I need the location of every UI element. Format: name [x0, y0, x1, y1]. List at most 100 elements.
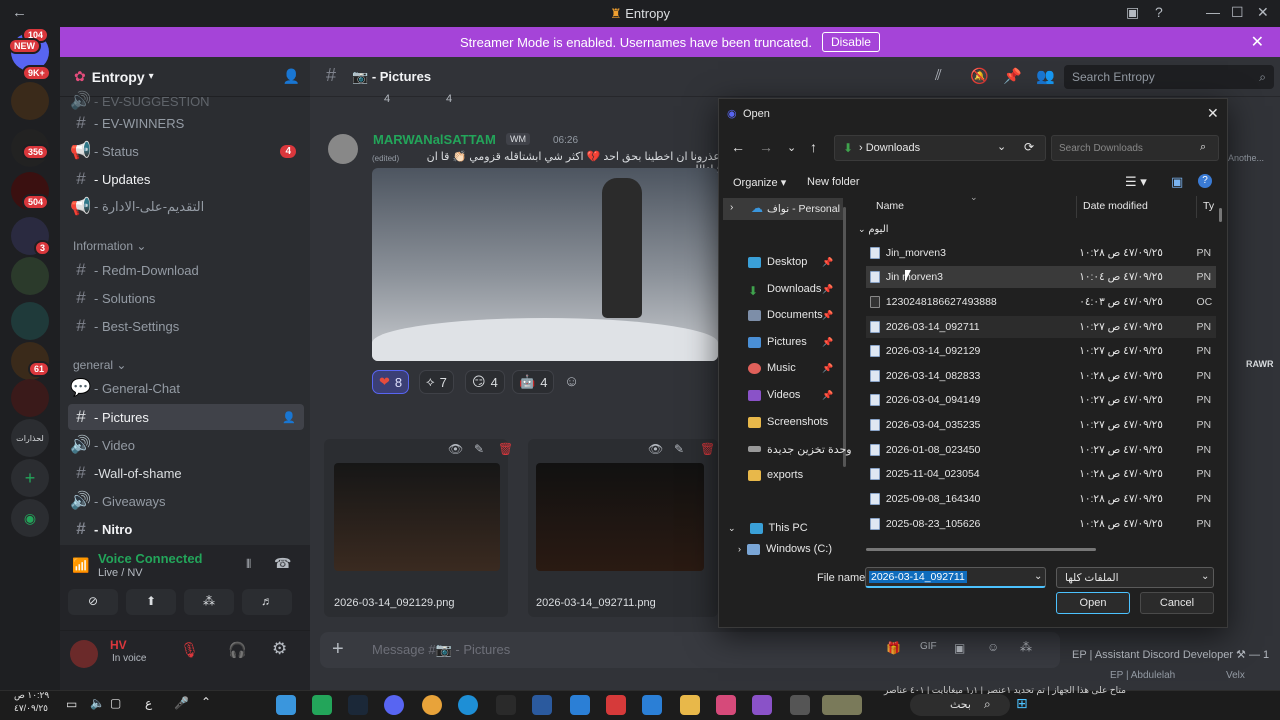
file-explorer-icon[interactable] [680, 695, 700, 715]
app-icon[interactable] [532, 695, 552, 715]
nav-music[interactable]: Music 📌 [748, 356, 833, 380]
channel-video[interactable]: 🔊 - Video [68, 432, 304, 458]
help-icon[interactable]: ? [1198, 174, 1212, 188]
edit-icon[interactable]: ✎ [674, 442, 684, 456]
app-icon[interactable] [716, 695, 736, 715]
nav-screenshots[interactable]: Screenshots [748, 410, 828, 434]
channel-ev-winners[interactable]: # - EV-WINNERS [68, 110, 304, 136]
reaction-smirk[interactable]: 😏 4 [465, 370, 505, 394]
file-row[interactable]: 2026-03-14_082833 ٤٧/٠٩/٢٥ ص ١٠:٢٨ PN [866, 365, 1216, 387]
maximize-icon[interactable]: ☐ [1231, 4, 1244, 21]
collapse-chevron-icon[interactable]: ⌄ [728, 523, 736, 534]
language-indicator[interactable]: ع [145, 696, 152, 710]
server-icon[interactable] [11, 302, 49, 340]
channel-wall-of-shame[interactable]: # -Wall-of-shame [68, 460, 304, 486]
camera-off-button[interactable]: ⊘ [68, 589, 118, 615]
epic-games-icon[interactable] [496, 695, 516, 715]
add-member-icon[interactable]: 👤 [283, 68, 300, 85]
channel-giveaways[interactable]: 🔊 - Giveaways [68, 488, 304, 514]
activities-button[interactable]: ⁂ [184, 589, 234, 615]
channel-updates[interactable]: # - Updates [68, 166, 304, 192]
file-row[interactable]: 2025-08-23_105626 ٤٧/٠٩/٢٥ ص ١٠:٢٨ PN [866, 513, 1216, 535]
delete-icon[interactable]: 🗑 [700, 442, 715, 456]
mute-mic-icon[interactable]: 🎙 [180, 641, 199, 659]
pin-icon[interactable]: 📌 [1003, 67, 1022, 85]
search-input[interactable]: Search Entropy ⌕ [1064, 65, 1274, 89]
search-downloads-input[interactable]: Search Downloads ⌕ [1051, 135, 1219, 161]
new-folder-button[interactable]: New folder [807, 176, 860, 188]
discord-icon[interactable] [384, 695, 404, 715]
explore-icon[interactable]: ◉ [11, 499, 49, 537]
minimize-icon[interactable]: — [1206, 4, 1220, 20]
add-reaction-icon[interactable]: ☺ [564, 373, 579, 390]
column-divider[interactable] [1196, 196, 1197, 218]
back-icon[interactable]: ← [731, 139, 745, 155]
horizontal-scrollbar[interactable] [866, 548, 1096, 551]
file-row[interactable]: 2026-03-04_094149 ٤٧/٠٩/٢٥ ص ١٠:٢٧ PN [866, 389, 1216, 411]
help-icon[interactable]: ? [1155, 4, 1163, 20]
delete-icon[interactable]: 🗑 [498, 442, 513, 456]
recent-locations-icon[interactable]: ⌄ [787, 141, 796, 154]
nav-documents[interactable]: Documents 📌 [748, 303, 833, 327]
tray-chevron-icon[interactable]: ⌃ [201, 695, 211, 709]
sticker-icon[interactable]: ▣ [954, 641, 965, 655]
steam-icon[interactable] [348, 695, 368, 715]
file-row[interactable]: 2026-01-08_023450 ٤٧/٠٩/٢٥ ص ١٠:٢٧ PN [866, 439, 1216, 461]
server-folder[interactable]: لحذارات [11, 419, 49, 457]
expand-chevron-icon[interactable]: › [730, 202, 733, 213]
inbox-icon[interactable]: ▣ [1126, 4, 1139, 21]
nav-windows-c[interactable]: › Windows (C:) [738, 542, 832, 556]
address-bar[interactable]: ⬇ › Downloads ⌄ ⟳ [834, 135, 1046, 161]
nav-exports[interactable]: exports [748, 463, 803, 487]
refresh-icon[interactable]: ⟳ [1024, 140, 1034, 154]
cancel-button[interactable]: Cancel [1140, 592, 1214, 614]
file-row[interactable]: 2025-09-08_164340 ٤٧/٠٩/٢٥ ص ١٠:٢٨ PN [866, 488, 1216, 510]
channel-apply[interactable]: 📢 - التقديم-على-الادارة [68, 194, 304, 220]
clock-time[interactable]: ١٠:٢٩ ص [14, 690, 49, 701]
chevron-down-icon[interactable]: ⌄ [997, 140, 1006, 153]
column-date[interactable]: Date modified [1083, 200, 1148, 212]
nav-desktop[interactable]: Desktop 📌 [748, 250, 833, 274]
file-row[interactable]: 2026-03-14_092129 ٤٧/٠٩/٢٥ ص ١٠:٢٧ PN [866, 340, 1216, 362]
forward-icon[interactable]: → [759, 139, 773, 155]
outlook-icon[interactable] [642, 695, 662, 715]
app-icon[interactable] [276, 695, 296, 715]
edge-icon[interactable] [458, 695, 478, 715]
server-icon[interactable] [11, 82, 49, 120]
headphones-icon[interactable]: 🎧 [228, 641, 247, 659]
file-row[interactable]: 1230248186627493888 ٤٧/٠٩/٢٥ ص ٠٤:٠٣ OC [866, 291, 1216, 313]
channel-best-settings[interactable]: # - Best-Settings [68, 313, 304, 339]
channel-solutions[interactable]: # - Solutions [68, 285, 304, 311]
apps-icon[interactable]: ⁂ [1020, 640, 1032, 654]
copilot-icon[interactable] [752, 695, 772, 715]
attachment-card[interactable]: 👁 ✎ 🗑 2026-03-14_092711.png [528, 439, 718, 617]
noise-suppression-icon[interactable]: ⦀ [246, 557, 251, 572]
emoji-icon[interactable]: ☺ [987, 640, 999, 654]
reaction-heart[interactable]: ❤ 8 [372, 370, 410, 394]
message-image[interactable] [372, 168, 718, 361]
nav-new-volume[interactable]: وحدة تخزين جديدة [748, 437, 852, 461]
notification-bell-icon[interactable]: 🔕 [970, 67, 989, 85]
chrome-icon[interactable] [422, 695, 442, 715]
file-row[interactable]: Jin morven3 ٤٧/٠٩/٢٥ ص ١٠:٠٤ PN [866, 266, 1216, 288]
close-dialog-icon[interactable]: ✕ [1207, 105, 1219, 122]
dropbox-icon[interactable] [570, 695, 590, 715]
battery-icon[interactable]: ▭ [66, 697, 77, 711]
chevron-down-icon[interactable]: ⌄ [1034, 571, 1042, 582]
volume-icon[interactable]: 🔈 [90, 696, 105, 710]
nav-this-pc[interactable]: ⌄ This PC [728, 516, 808, 540]
column-name[interactable]: Name [876, 200, 904, 212]
channel-general-chat[interactable]: 💬 - General-Chat [68, 375, 304, 401]
reaction-bot[interactable]: 🤖 4 [512, 370, 555, 394]
attachment-thumbnail[interactable] [536, 463, 704, 571]
add-attachment-icon[interactable]: + [332, 638, 344, 661]
microphone-icon[interactable]: 🎤 [174, 696, 189, 710]
gif-icon[interactable]: GIF [920, 641, 937, 652]
attachment-thumbnail[interactable] [334, 463, 500, 571]
reaction-count[interactable]: 4 [384, 93, 390, 105]
column-divider[interactable] [1076, 196, 1077, 218]
clock-date[interactable]: ٤٧/٠٩/٢٥ [14, 703, 48, 714]
author-avatar[interactable] [328, 134, 358, 164]
view-icon[interactable]: 👁 [448, 442, 463, 456]
file-row[interactable]: 2025-11-04_023054 ٤٧/٠٩/٢٥ ص ١٠:٢٨ PN [866, 463, 1216, 485]
